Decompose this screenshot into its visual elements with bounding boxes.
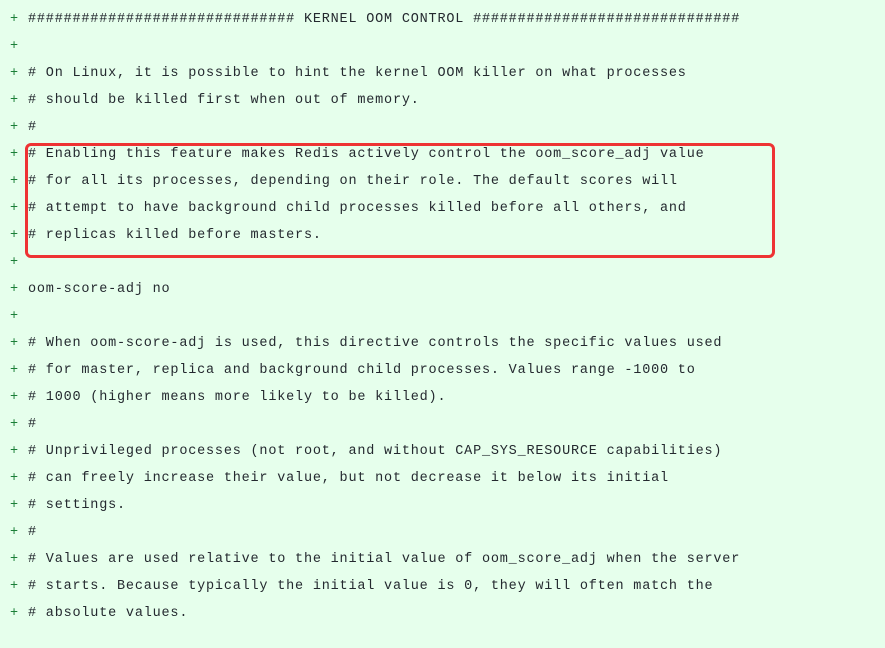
diff-line-content: # should be killed first when out of mem… [28,94,420,108]
diff-add-marker: + [0,364,28,378]
diff-add-marker: + [0,13,28,27]
diff-add-marker: + [0,445,28,459]
diff-add-marker: + [0,391,28,405]
diff-line: +# starts. Because typically the initial… [0,573,885,600]
diff-line: +# Unprivileged processes (not root, and… [0,438,885,465]
diff-line: + [0,303,885,330]
diff-line-content: oom-score-adj no [28,283,170,297]
diff-line: +oom-score-adj no [0,276,885,303]
diff-line: +# On Linux, it is possible to hint the … [0,60,885,87]
diff-line: +# should be killed first when out of me… [0,87,885,114]
diff-line-content: # starts. Because typically the initial … [28,580,713,594]
diff-add-marker: + [0,310,28,324]
diff-line-content: # [28,418,37,432]
diff-line: +# can freely increase their value, but … [0,465,885,492]
diff-line-content: # attempt to have background child proce… [28,202,687,216]
diff-line: +############################## KERNEL O… [0,6,885,33]
diff-line-content: # When oom-score-adj is used, this direc… [28,337,722,351]
diff-add-marker: + [0,553,28,567]
diff-line-content: # replicas killed before masters. [28,229,322,243]
diff-add-marker: + [0,148,28,162]
diff-line-content: ############################## KERNEL OO… [28,13,740,27]
diff-line: + [0,33,885,60]
diff-line: +# When oom-score-adj is used, this dire… [0,330,885,357]
diff-add-marker: + [0,256,28,270]
diff-line-content: # 1000 (higher means more likely to be k… [28,391,446,405]
diff-add-marker: + [0,175,28,189]
diff-line: +# [0,411,885,438]
diff-add-marker: + [0,472,28,486]
diff-line-content: # for all its processes, depending on th… [28,175,678,189]
diff-line-content: # settings. [28,499,126,513]
diff-add-marker: + [0,229,28,243]
diff-line: +# attempt to have background child proc… [0,195,885,222]
diff-line: +# Enabling this feature makes Redis act… [0,141,885,168]
diff-line: + [0,249,885,276]
diff-line-content: # [28,526,37,540]
diff-line: +# Values are used relative to the initi… [0,546,885,573]
diff-line: +# for all its processes, depending on t… [0,168,885,195]
diff-add-marker: + [0,337,28,351]
diff-line: +# replicas killed before masters. [0,222,885,249]
diff-add-marker: + [0,607,28,621]
diff-add-marker: + [0,202,28,216]
diff-line-content: # Values are used relative to the initia… [28,553,740,567]
diff-line: +# [0,519,885,546]
diff-add-marker: + [0,40,28,54]
diff-line-content: # On Linux, it is possible to hint the k… [28,67,687,81]
diff-line: +# for master, replica and background ch… [0,357,885,384]
diff-add-marker: + [0,94,28,108]
diff-line: +# settings. [0,492,885,519]
diff-line: +# 1000 (higher means more likely to be … [0,384,885,411]
diff-line: +# absolute values. [0,600,885,627]
diff-line: +# [0,114,885,141]
diff-add-marker: + [0,67,28,81]
diff-add-marker: + [0,283,28,297]
diff-add-marker: + [0,418,28,432]
diff-line-content: # for master, replica and background chi… [28,364,696,378]
diff-add-marker: + [0,121,28,135]
diff-line-content: # [28,121,37,135]
diff-add-marker: + [0,499,28,513]
diff-viewer: +############################## KERNEL O… [0,6,885,627]
diff-line-content: # Enabling this feature makes Redis acti… [28,148,705,162]
diff-add-marker: + [0,580,28,594]
diff-add-marker: + [0,526,28,540]
diff-line-content: # Unprivileged processes (not root, and … [28,445,722,459]
diff-line-content: # absolute values. [28,607,188,621]
diff-line-content: # can freely increase their value, but n… [28,472,669,486]
